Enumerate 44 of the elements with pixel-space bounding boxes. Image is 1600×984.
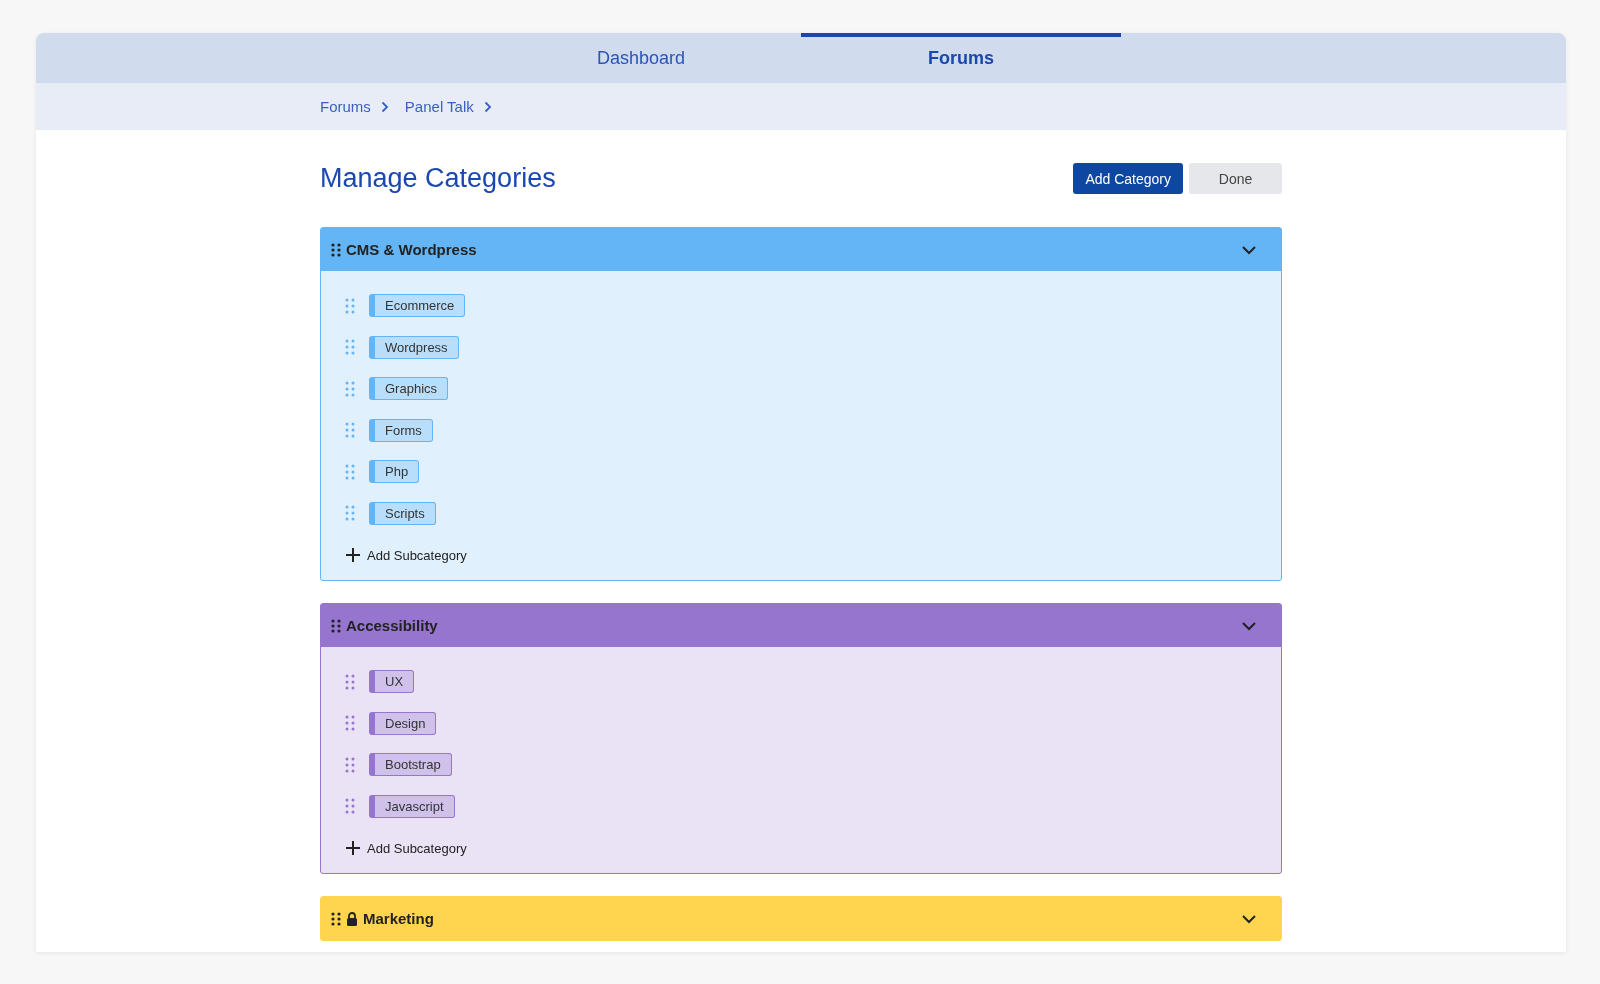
drag-handle-icon[interactable] <box>345 297 355 314</box>
drag-handle-icon[interactable] <box>331 242 341 257</box>
category-header[interactable]: CMS & Wordpress <box>321 228 1281 271</box>
drag-handle-icon[interactable] <box>345 756 355 773</box>
drag-handle-icon[interactable] <box>345 505 355 522</box>
add-subcategory-button[interactable]: Add Subcategory <box>345 540 467 570</box>
subcategory-tag[interactable]: Php <box>369 460 420 484</box>
drag-handle-icon[interactable] <box>345 673 355 690</box>
drag-handle-icon[interactable] <box>331 618 341 633</box>
chevron-down-icon[interactable] <box>1241 913 1257 924</box>
subcategory-tag[interactable]: Ecommerce <box>369 294 466 318</box>
drag-handle-icon[interactable] <box>345 380 355 397</box>
subcategory-tag[interactable]: UX <box>369 670 415 694</box>
chevron-right-icon <box>483 100 492 113</box>
category-header[interactable]: Marketing <box>321 897 1281 940</box>
done-button[interactable]: Done <box>1189 163 1282 194</box>
subcategory-tag[interactable]: Design <box>369 711 437 735</box>
subcategory-tag[interactable]: Scripts <box>369 501 436 525</box>
subcategory-tag[interactable]: Forms <box>369 418 433 442</box>
drag-handle-icon[interactable] <box>331 911 341 926</box>
drag-handle-icon[interactable] <box>345 715 355 732</box>
nav-tab[interactable]: Dashboard <box>481 33 801 83</box>
subcategory-tag[interactable]: Graphics <box>369 377 449 401</box>
category-header[interactable]: Accessibility <box>321 604 1281 647</box>
drag-handle-icon[interactable] <box>345 798 355 815</box>
breadcrumb-link[interactable]: Forums <box>320 98 371 115</box>
plus-icon <box>345 547 361 563</box>
category-name: Marketing <box>363 910 434 927</box>
chevron-right-icon <box>380 100 389 113</box>
drag-handle-icon[interactable] <box>345 339 355 356</box>
subcategory-tag[interactable]: Bootstrap <box>369 753 452 777</box>
add-subcategory-button[interactable]: Add Subcategory <box>345 833 467 863</box>
category-name: CMS & Wordpress <box>346 241 477 258</box>
drag-handle-icon[interactable] <box>345 463 355 480</box>
category-name: Accessibility <box>346 617 438 634</box>
drag-handle-icon[interactable] <box>345 422 355 439</box>
lock-icon <box>346 911 358 926</box>
add-category-button[interactable]: Add Category <box>1073 163 1183 194</box>
chevron-down-icon[interactable] <box>1241 244 1257 255</box>
plus-icon <box>345 840 361 856</box>
subcategory-tag[interactable]: Javascript <box>369 794 455 818</box>
subcategory-tag[interactable]: Wordpress <box>369 335 459 359</box>
breadcrumb-link[interactable]: Panel Talk <box>404 98 474 115</box>
page-title: Manage Categories <box>320 163 556 194</box>
